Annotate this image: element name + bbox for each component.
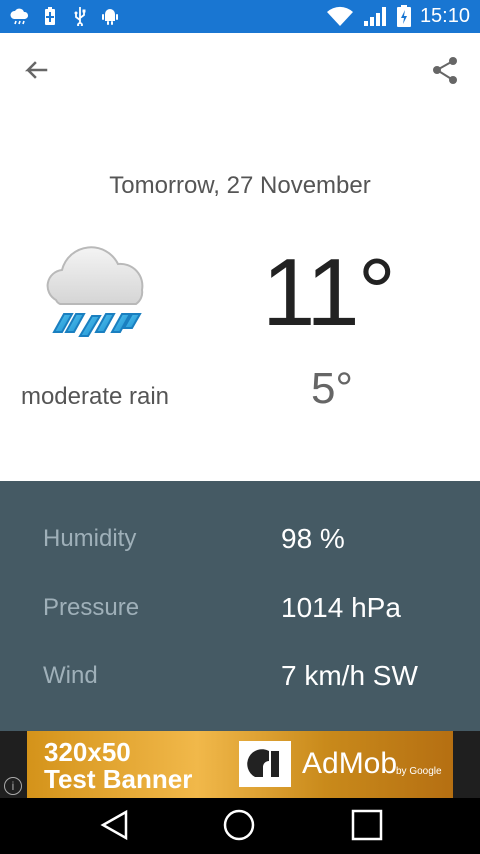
usb-icon [70, 6, 90, 28]
admob-logo-icon [239, 741, 291, 787]
ad-title-text: Test Banner [44, 764, 193, 794]
nav-back-icon [100, 809, 128, 841]
share-button[interactable] [428, 53, 464, 89]
ad-info-icon[interactable]: i [4, 777, 22, 795]
wind-row: Wind 7 km/h SW [0, 656, 480, 696]
wind-label: Wind [43, 662, 98, 689]
nav-recents-button[interactable] [350, 808, 384, 842]
admob-brand: AdMob [302, 747, 398, 780]
admob-by-google: by Google [396, 766, 442, 777]
battery-charging-icon [396, 5, 411, 27]
cloud-rain-icon [36, 232, 156, 352]
android-icon [100, 6, 120, 26]
share-icon [433, 57, 457, 84]
battery-saver-icon [40, 6, 60, 26]
ad-banner[interactable]: 320x50 Test Banner AdMob by Google i [0, 731, 480, 798]
clock: 15:10 [419, 5, 470, 27]
nav-recents-icon [351, 809, 383, 841]
details-panel: Humidity 98 % Pressure 1014 hPa Wind 7 k… [0, 481, 480, 731]
pressure-row: Pressure 1014 hPa [0, 588, 480, 628]
condition-label: moderate rain [20, 383, 170, 410]
humidity-row: Humidity 98 % [0, 519, 480, 559]
temperature-high: 11° [262, 239, 396, 346]
humidity-label: Humidity [43, 525, 137, 552]
signal-icon [363, 7, 386, 26]
humidity-value: 98 % [281, 523, 345, 554]
forecast-date: Tomorrow, 27 November [109, 172, 371, 199]
system-status: 15:10 [326, 4, 470, 28]
notification-icons [10, 6, 120, 28]
wind-value: 7 km/h SW [281, 660, 418, 691]
arrow-back-icon [24, 61, 48, 79]
status-bar: 15:10 [0, 0, 480, 33]
ad-creative[interactable]: 320x50 Test Banner AdMob by Google [27, 731, 453, 798]
nav-home-button[interactable] [222, 808, 256, 842]
navigation-bar [0, 798, 480, 854]
pressure-label: Pressure [43, 594, 140, 621]
temperature-low: 5° [310, 364, 354, 413]
back-button[interactable] [18, 53, 54, 89]
wifi-icon [326, 6, 353, 26]
pressure-value: 1014 hPa [281, 592, 401, 623]
nav-back-button[interactable] [98, 808, 132, 842]
weather-notification-icon [10, 6, 30, 26]
app-bar [0, 33, 480, 105]
nav-home-icon [223, 809, 255, 841]
